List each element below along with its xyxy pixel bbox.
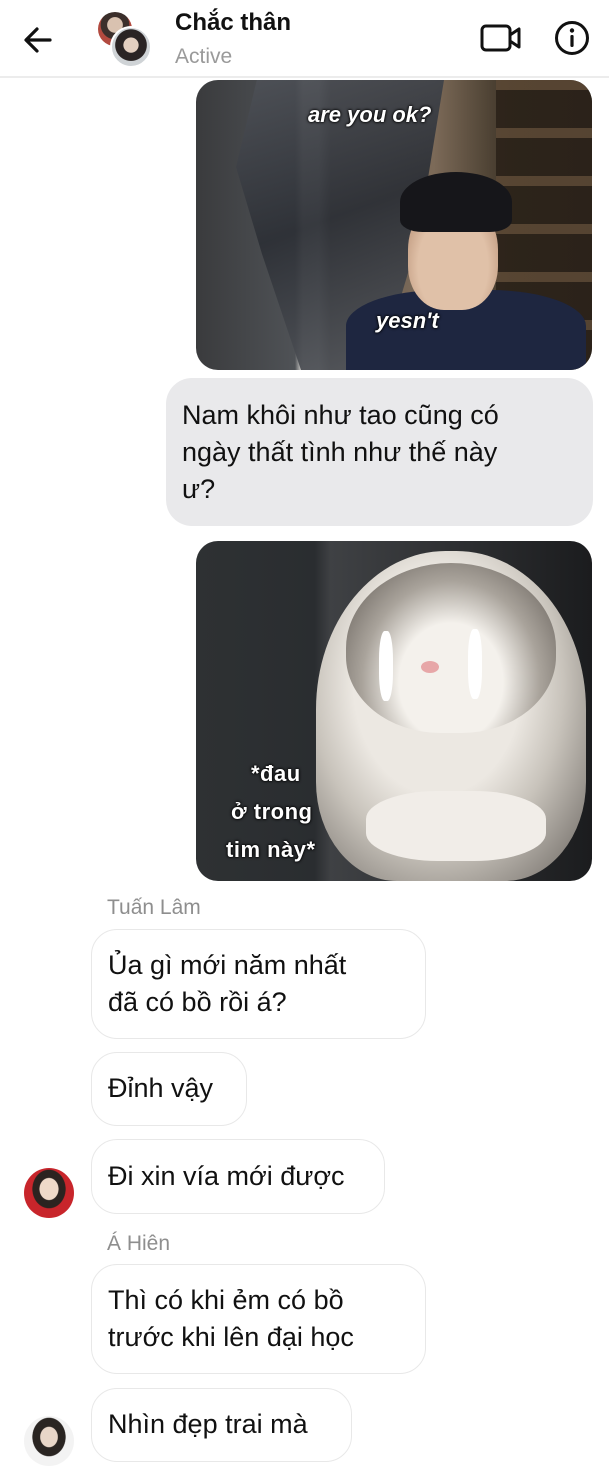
sender-name-a-hien: Á Hiên [107,1232,171,1255]
message-line: ngày thất tình như thế này [182,437,498,467]
meme-cat-head [346,563,556,733]
info-circle-icon [555,21,589,55]
outgoing-message-bubble[interactable]: Nam khôi như tao cũng có ngày thất tình … [166,378,593,526]
message-line: Đỉnh vậy [108,1073,214,1103]
avatar-a-hien[interactable] [24,1416,74,1466]
info-button[interactable] [552,18,592,58]
chat-header: Chắc thân Active [0,0,609,78]
avatar-tuan-lam[interactable] [24,1168,74,1218]
back-button[interactable] [18,20,58,60]
meme-cat-paws [366,791,546,861]
meme-cat-nose [421,661,439,673]
group-avatar-member-2 [110,26,152,68]
message-line: Ủa gì mới năm nhất [108,950,347,980]
chat-title[interactable]: Chắc thân [175,9,291,37]
message-line: Nhìn đẹp trai mà [108,1409,308,1439]
message-line: Đi xin vía mới được [108,1161,345,1191]
message-line: trước khi lên đại học [108,1322,354,1352]
message-line: Thì có khi ẻm có bồ [108,1285,344,1315]
chat-status: Active [175,45,233,68]
meme-person-hair [400,172,512,232]
group-avatar[interactable] [98,12,152,68]
meme-caption-line: tim này* [226,837,316,862]
message-line: đã có bồ rồi á? [108,987,287,1017]
incoming-message-bubble[interactable]: Đi xin vía mới được [91,1139,385,1214]
incoming-message-bubble[interactable]: Thì có khi ẻm có bồ trước khi lên đại họ… [91,1264,426,1374]
incoming-message-bubble[interactable]: Đỉnh vậy [91,1052,247,1126]
message-line: ư? [182,474,216,504]
meme-caption-top: are you ok? [308,102,432,127]
meme-caption-line: *đau [251,761,301,786]
message-line: Nam khôi như tao cũng có [182,400,499,430]
meme-image-are-you-ok[interactable]: are you ok? yesn't [196,80,592,370]
video-camera-icon [480,24,521,52]
video-call-button[interactable] [478,18,524,58]
meme-caption-line: ở trong [231,799,313,824]
meme-cat-tear [468,629,482,699]
incoming-message-bubble[interactable]: Nhìn đẹp trai mà [91,1388,352,1462]
sender-name-tuan-lam: Tuấn Lâm [107,896,201,919]
meme-caption-bottom: yesn't [376,308,439,333]
arrow-left-icon [24,27,52,53]
meme-cat-tear [379,631,393,701]
meme-image-crying-cat[interactable]: *đau ở trong tim này* [196,541,592,881]
incoming-message-bubble[interactable]: Ủa gì mới năm nhất đã có bồ rồi á? [91,929,426,1039]
